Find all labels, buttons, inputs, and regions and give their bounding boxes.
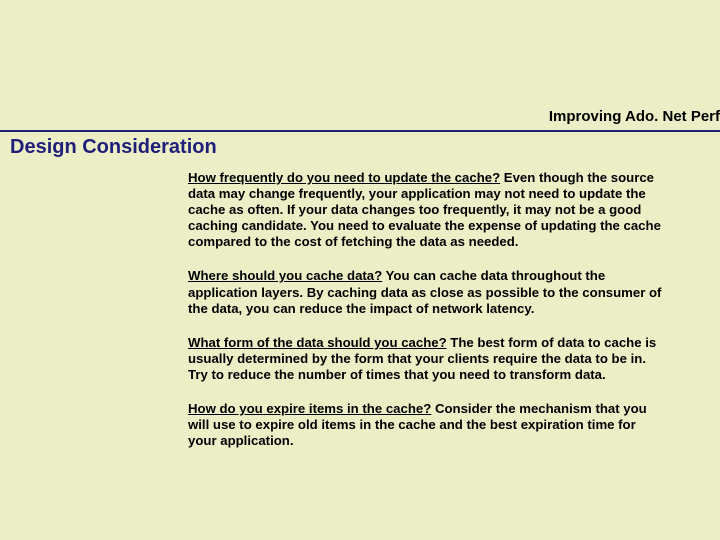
lead-question: Where should you cache data?: [188, 268, 382, 283]
paragraph: How frequently do you need to update the…: [188, 170, 666, 250]
paragraph: What form of the data should you cache? …: [188, 335, 666, 383]
lead-question: How frequently do you need to update the…: [188, 170, 500, 185]
lead-question: How do you expire items in the cache?: [188, 401, 431, 416]
body-content: How frequently do you need to update the…: [188, 170, 666, 467]
breadcrumb: Improving Ado. Net Perf: [549, 108, 720, 125]
slide: Improving Ado. Net Perf Design Considera…: [0, 0, 720, 540]
lead-question: What form of the data should you cache?: [188, 335, 447, 350]
header-divider: [0, 130, 720, 132]
paragraph: Where should you cache data? You can cac…: [188, 268, 666, 316]
paragraph: How do you expire items in the cache? Co…: [188, 401, 666, 449]
page-title: Design Consideration: [10, 136, 217, 159]
